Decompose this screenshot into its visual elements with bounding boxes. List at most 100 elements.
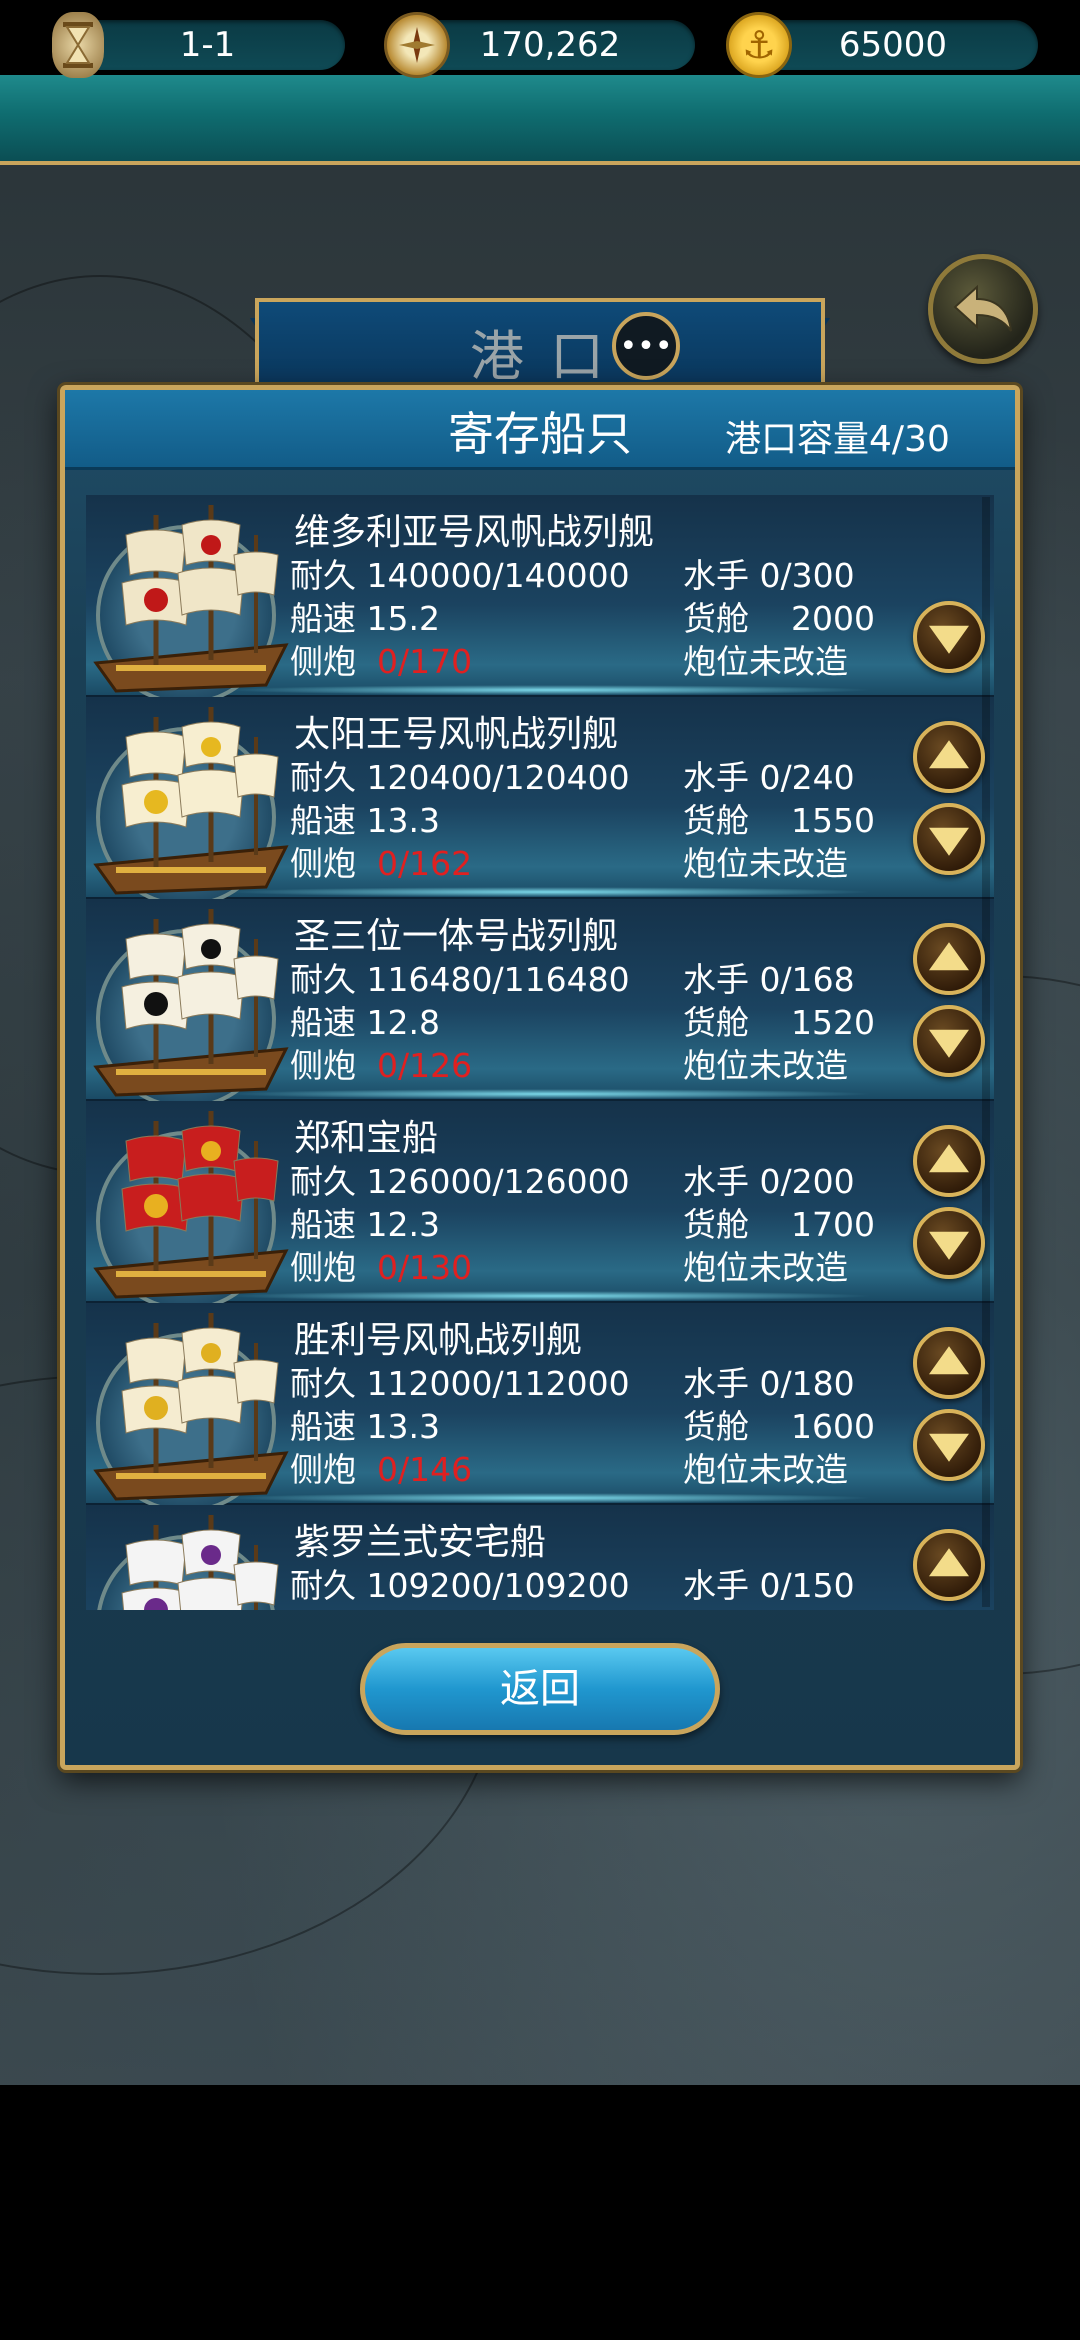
cannon-value: 0/126 bbox=[376, 1046, 473, 1085]
cargo-stat: 货舱 1700 bbox=[683, 1198, 875, 1246]
crew-stat: 水手 0/240 bbox=[683, 751, 855, 799]
speed-value: 13.3 bbox=[366, 1407, 440, 1446]
move-up-button[interactable] bbox=[913, 923, 985, 995]
crew-label: 水手 bbox=[683, 1566, 749, 1605]
speed-stat: 船速 13.3 bbox=[290, 794, 440, 842]
ship-row[interactable]: 维多利亚号风帆战列舰 耐久 140000/140000 水手 0/300 船速 … bbox=[86, 495, 994, 705]
mod-status: 炮位未改造 bbox=[683, 642, 848, 681]
speed-label: 船速 bbox=[290, 599, 356, 638]
row-highlight bbox=[226, 685, 874, 695]
durability-label: 耐久 bbox=[290, 758, 356, 797]
crew-stat: 水手 0/200 bbox=[683, 1155, 855, 1203]
crew-label: 水手 bbox=[683, 960, 749, 999]
durability-label: 耐久 bbox=[290, 1566, 356, 1605]
mod-status: 炮位未改造 bbox=[683, 1046, 848, 1085]
resource-bar bbox=[0, 75, 1080, 165]
mod-status: 炮位未改造 bbox=[683, 1248, 848, 1287]
cannon-stat: 侧炮 0/170 bbox=[290, 635, 472, 683]
speed-label: 船速 bbox=[290, 1407, 356, 1446]
move-down-button[interactable] bbox=[913, 1005, 985, 1077]
bottom-letterbox bbox=[0, 2085, 1080, 2340]
anchor-coin-icon: ⚓ bbox=[726, 12, 792, 78]
speed-value: 12.3 bbox=[366, 1205, 440, 1244]
cannon-stat: 侧炮 0/146 bbox=[290, 1443, 472, 1491]
cannon-stat: 侧炮 0/126 bbox=[290, 1039, 472, 1087]
cannon-value: 0/170 bbox=[376, 642, 473, 681]
ship-row[interactable]: 紫罗兰式安宅船 耐久 109200/109200 水手 0/150 bbox=[86, 1505, 994, 1610]
durability-stat: 耐久 112000/112000 bbox=[290, 1357, 630, 1405]
cargo-label: 货舱 bbox=[683, 1003, 749, 1042]
ship-row[interactable]: 胜利号风帆战列舰 耐久 112000/112000 水手 0/180 船速 13… bbox=[86, 1303, 994, 1513]
ship-name: 圣三位一体号战列舰 bbox=[294, 916, 619, 957]
cannon-label: 侧炮 bbox=[290, 1046, 356, 1085]
move-down-button[interactable] bbox=[913, 1207, 985, 1279]
ship-row[interactable]: 太阳王号风帆战列舰 耐久 120400/120400 水手 0/240 船速 1… bbox=[86, 697, 994, 907]
cargo-stat: 货舱 1520 bbox=[683, 996, 875, 1044]
crew-label: 水手 bbox=[683, 758, 749, 797]
move-up-button[interactable] bbox=[913, 1125, 985, 1197]
capacity-label: 港口容量 bbox=[725, 419, 870, 460]
move-down-button[interactable] bbox=[913, 1409, 985, 1481]
crew-value: 0/180 bbox=[759, 1364, 855, 1403]
ship-row[interactable]: 圣三位一体号战列舰 耐久 116480/116480 水手 0/168 船速 1… bbox=[86, 899, 994, 1109]
crew-value: 0/150 bbox=[759, 1566, 855, 1605]
mod-status: 炮位未改造 bbox=[683, 1450, 848, 1489]
speed-stat: 船速 12.3 bbox=[290, 1198, 440, 1246]
port-title: 港口 bbox=[470, 325, 630, 388]
cargo-label: 货舱 bbox=[683, 599, 749, 638]
ship-name: 郑和宝船 bbox=[294, 1118, 439, 1159]
durability-value: 126000/126000 bbox=[366, 1162, 630, 1201]
speed-stat: 船速 12.8 bbox=[290, 996, 440, 1044]
crew-value: 0/200 bbox=[759, 1162, 855, 1201]
speed-stat: 船速 15.2 bbox=[290, 592, 440, 640]
back-button[interactable] bbox=[928, 254, 1038, 364]
cargo-stat: 货舱 1600 bbox=[683, 1400, 875, 1448]
speed-label: 船速 bbox=[290, 801, 356, 840]
durability-stat: 耐久 140000/140000 bbox=[290, 549, 630, 597]
speed-stat: 船速 13.3 bbox=[290, 1400, 440, 1448]
move-up-button[interactable] bbox=[913, 1327, 985, 1399]
ship-icon bbox=[93, 1111, 289, 1299]
durability-value: 112000/112000 bbox=[366, 1364, 630, 1403]
durability-value: 116480/116480 bbox=[366, 960, 630, 999]
cargo-label: 货舱 bbox=[683, 1407, 749, 1446]
durability-value: 140000/140000 bbox=[366, 556, 630, 595]
return-button[interactable]: 返回 bbox=[360, 1643, 720, 1735]
speed-value: 13.3 bbox=[366, 801, 440, 840]
cargo-value: 1700 bbox=[790, 1205, 875, 1244]
ship-icon bbox=[121, 1515, 279, 1610]
durability-value: 109200/109200 bbox=[366, 1566, 630, 1605]
back-arrow-icon bbox=[953, 284, 1012, 332]
ship-name: 紫罗兰式安宅船 bbox=[294, 1522, 547, 1563]
row-highlight bbox=[226, 1089, 874, 1099]
ship-icon bbox=[93, 505, 289, 693]
stage-display: 1-1 bbox=[70, 20, 345, 70]
durability-stat: 耐久 120400/120400 bbox=[290, 751, 630, 799]
crew-label: 水手 bbox=[683, 556, 749, 595]
move-up-button[interactable] bbox=[913, 721, 985, 793]
cargo-value: 2000 bbox=[790, 599, 875, 638]
speed-value: 15.2 bbox=[366, 599, 440, 638]
move-up-button[interactable] bbox=[913, 1529, 985, 1601]
durability-stat: 耐久 109200/109200 bbox=[290, 1559, 630, 1607]
ship-icon bbox=[93, 909, 289, 1097]
crew-value: 0/240 bbox=[759, 758, 855, 797]
row-highlight bbox=[226, 887, 874, 897]
ship-row[interactable]: 郑和宝船 耐久 126000/126000 水手 0/200 船速 12.3 货… bbox=[86, 1101, 994, 1311]
ship-name: 胜利号风帆战列舰 bbox=[294, 1320, 583, 1361]
cannon-label: 侧炮 bbox=[290, 844, 356, 883]
row-highlight bbox=[226, 1291, 874, 1301]
chat-bubble-icon[interactable]: ••• bbox=[612, 312, 680, 380]
ship-list[interactable]: 维多利亚号风帆战列舰 耐久 140000/140000 水手 0/300 船速 … bbox=[86, 495, 994, 1610]
ship-name: 维多利亚号风帆战列舰 bbox=[294, 512, 655, 553]
cargo-stat: 货舱 2000 bbox=[683, 592, 875, 640]
cargo-value: 1600 bbox=[790, 1407, 875, 1446]
move-down-button[interactable] bbox=[913, 803, 985, 875]
cargo-value: 1520 bbox=[790, 1003, 875, 1042]
durability-value: 120400/120400 bbox=[366, 758, 630, 797]
speed-label: 船速 bbox=[290, 1205, 356, 1244]
crew-label: 水手 bbox=[683, 1364, 749, 1403]
ship-icon bbox=[93, 707, 289, 895]
move-down-button[interactable] bbox=[913, 601, 985, 673]
cannon-value: 0/146 bbox=[376, 1450, 473, 1489]
